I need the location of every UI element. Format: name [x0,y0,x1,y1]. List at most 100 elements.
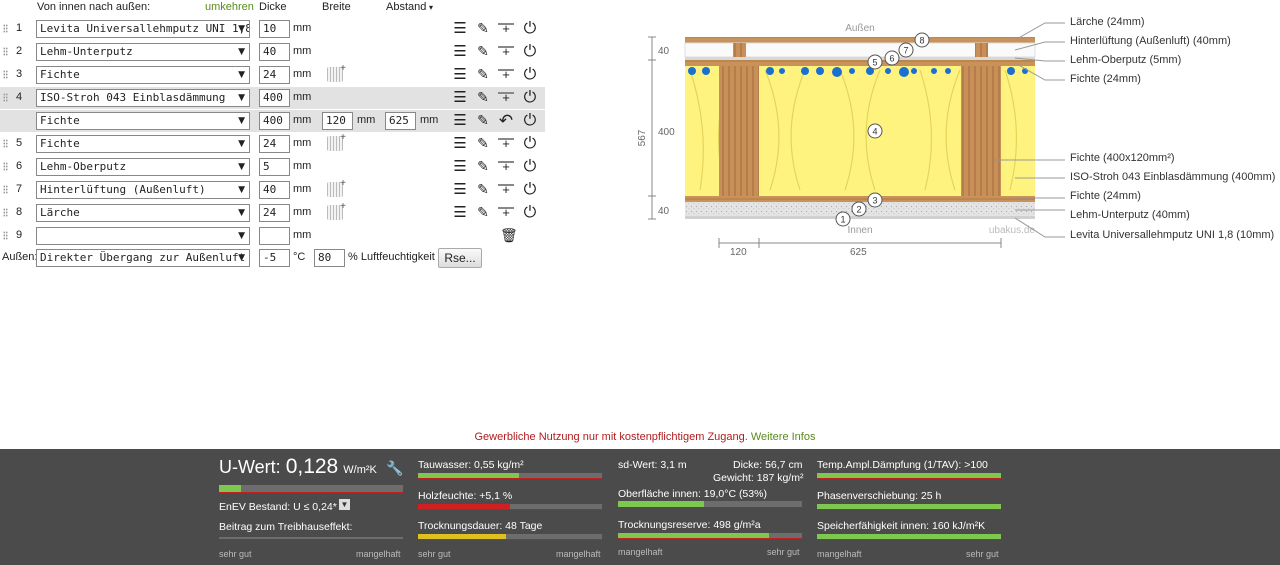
menu-icon[interactable]: ☰ [452,135,468,152]
thickness-input[interactable]: 10 [259,20,290,38]
thickness-input[interactable]: 5 [259,158,290,176]
drag-handle-icon[interactable] [3,185,8,194]
enev-dropdown-icon[interactable]: ▼ [339,499,350,510]
insert-layer-icon[interactable]: + [498,158,514,175]
material-select[interactable]: ISO-Stroh 043 Einblasdämmung ▼ [36,89,250,107]
chevron-down-icon: ▼ [238,162,245,172]
edit-icon[interactable]: ✎ [475,204,491,221]
drag-handle-icon[interactable] [3,93,8,102]
add-wood-icon[interactable] [327,132,346,151]
menu-icon[interactable]: ☰ [452,112,468,129]
edit-icon[interactable]: ✎ [475,20,491,37]
layer-row: 1 Levita Universallehmputz UNI 1,8 ▼ 10 mm ☰ ✎… [0,18,545,40]
thickness-input[interactable]: 40 [259,181,290,199]
wrench-icon[interactable]: 🔧 [386,460,403,477]
insert-layer-icon[interactable]: + [498,135,514,152]
power-icon[interactable]: ⏻ [522,89,538,106]
menu-icon[interactable]: ☰ [452,43,468,60]
add-wood-icon[interactable] [327,63,346,82]
add-wood-icon[interactable] [327,178,346,197]
outside-humidity-input[interactable]: 80 [314,249,345,267]
drag-handle-icon[interactable] [3,231,8,240]
thickness-input[interactable]: 400 [259,112,290,130]
edit-icon[interactable]: ✎ [475,181,491,198]
material-select[interactable]: Lehm-Oberputz ▼ [36,158,250,176]
power-icon[interactable]: ⏻ [522,112,538,129]
insert-layer-icon[interactable]: + [498,66,514,83]
material-select[interactable]: Hinterlüftung (Außenluft) ▼ [36,181,250,199]
dim-total: 567 [637,129,648,146]
power-icon[interactable]: ⏻ [522,158,538,175]
power-icon[interactable]: ⏻ [522,181,538,198]
material-select[interactable]: Fichte ▼ [36,135,250,153]
layer-number: 3 [16,68,23,80]
material-select[interactable]: Fichte ▼ [36,66,250,84]
drag-handle-icon[interactable] [3,162,8,171]
insert-layer-icon[interactable]: + [498,89,514,106]
thickness-input[interactable]: 40 [259,43,290,61]
greenhouse-label: Beitrag zum Treibhauseffekt: [219,521,353,533]
uwert-bar [219,485,403,493]
width-input[interactable]: 120 [322,112,353,130]
layer-lehm-oberputz [685,57,1035,60]
layer-row: 5 Fichte▼ 24mm ☰ ✎ + ⏻ [0,132,545,155]
holzfeuchte-bar [418,504,602,510]
menu-icon[interactable]: ☰ [452,204,468,221]
power-icon[interactable]: ⏻ [522,204,538,221]
insert-layer-icon[interactable]: + [498,181,514,198]
spacing-dropdown-icon[interactable]: ▾ [429,3,433,12]
outside-temperature-input[interactable]: -5 [259,249,290,267]
power-icon[interactable]: ⏻ [522,20,538,37]
edit-icon[interactable]: ✎ [475,158,491,175]
width-unit: mm [357,114,376,126]
edit-icon[interactable]: ✎ [475,66,491,83]
thickness-input[interactable]: 400 [259,89,290,107]
drag-handle-icon[interactable] [3,208,8,217]
menu-icon[interactable]: ☰ [452,89,468,106]
power-icon[interactable]: ⏻ [522,43,538,60]
thickness-input[interactable]: 24 [259,135,290,153]
reverse-link[interactable]: umkehren [205,1,254,13]
menu-icon[interactable]: ☰ [452,181,468,198]
insert-layer-icon[interactable]: + [498,43,514,60]
trash-icon[interactable]: 🗑 [500,227,518,244]
spacing-input[interactable]: 625 [385,112,416,130]
edit-icon[interactable]: ✎ [475,112,491,129]
power-icon[interactable]: ⏻ [522,66,538,83]
spacing-header[interactable]: Abstand [386,1,426,13]
thickness-input[interactable]: 24 [259,204,290,222]
material-select[interactable]: Lärche ▼ [36,204,250,222]
thickness-input[interactable] [259,227,290,245]
edit-icon[interactable]: ✎ [475,89,491,106]
material-select[interactable]: Lehm-Unterputz ▼ [36,43,250,61]
material-select[interactable]: Fichte ▼ [36,112,250,130]
chevron-down-icon: ▼ [238,253,245,263]
oberflaeche-label: Oberfläche innen: 19,0°C (53%) [618,488,767,500]
chevron-down-icon: ▼ [238,231,245,241]
chevron-down-icon: ▼ [238,139,245,149]
rse-button[interactable]: Rse... [438,248,482,268]
drag-handle-icon[interactable] [3,24,8,33]
material-select[interactable]: ▼ [36,227,250,245]
drag-handle-icon[interactable] [3,139,8,148]
drag-handle-icon[interactable] [3,70,8,79]
insert-layer-icon[interactable]: + [498,204,514,221]
layer-number: 2 [16,45,23,57]
edit-icon[interactable]: ✎ [475,43,491,60]
insert-layer-icon[interactable]: + [498,20,514,37]
menu-icon[interactable]: ☰ [452,158,468,175]
edit-icon[interactable]: ✎ [475,135,491,152]
add-wood-icon[interactable] [327,201,346,220]
menu-icon[interactable]: ☰ [452,66,468,83]
dim-top: 40 [658,46,670,57]
material-select[interactable]: Levita Universallehmputz UNI 1,8 ▼ [36,20,250,38]
undo-icon[interactable]: ↶ [498,112,514,129]
outside-select[interactable]: Direkter Übergang zur Außenluft ▼ [36,249,250,267]
layer-row: 4 ISO-Stroh 043 Einblasdämmung ▼ 400 mm ☰ ✎ + ⏻ [0,87,545,109]
power-icon[interactable]: ⏻ [522,135,538,152]
temp-unit: °C [293,251,306,263]
menu-icon[interactable]: ☰ [452,20,468,37]
drag-handle-icon[interactable] [3,47,8,56]
more-info-link[interactable]: Weitere Infos [751,431,816,443]
thickness-input[interactable]: 24 [259,66,290,84]
